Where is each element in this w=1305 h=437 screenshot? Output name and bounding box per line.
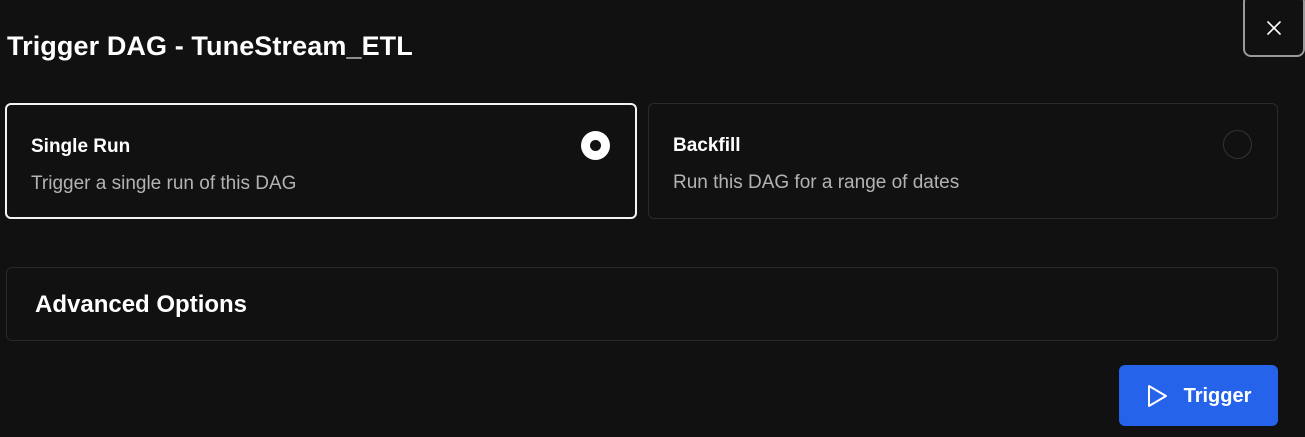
trigger-button[interactable]: Trigger — [1119, 365, 1278, 426]
play-icon — [1146, 384, 1168, 408]
backfill-title: Backfill — [673, 135, 741, 156]
close-button[interactable] — [1243, 0, 1305, 57]
backfill-radio[interactable] — [1223, 130, 1252, 159]
dialog-title: Trigger DAG - TuneStream_ETL — [7, 31, 413, 61]
single-run-title: Single Run — [31, 136, 131, 157]
close-icon — [1267, 21, 1281, 35]
single-run-radio[interactable] — [581, 131, 610, 160]
radio-selected-dot — [590, 140, 601, 151]
single-run-option[interactable]: Single Run Trigger a single run of this … — [5, 103, 637, 219]
single-run-description: Trigger a single run of this DAG — [31, 173, 297, 194]
backfill-description: Run this DAG for a range of dates — [673, 172, 960, 193]
backfill-option[interactable]: Backfill Run this DAG for a range of dat… — [648, 103, 1278, 219]
advanced-options-label: Advanced Options — [35, 291, 248, 318]
trigger-label: Trigger — [1183, 384, 1252, 407]
advanced-options-toggle[interactable]: Advanced Options — [6, 267, 1278, 341]
